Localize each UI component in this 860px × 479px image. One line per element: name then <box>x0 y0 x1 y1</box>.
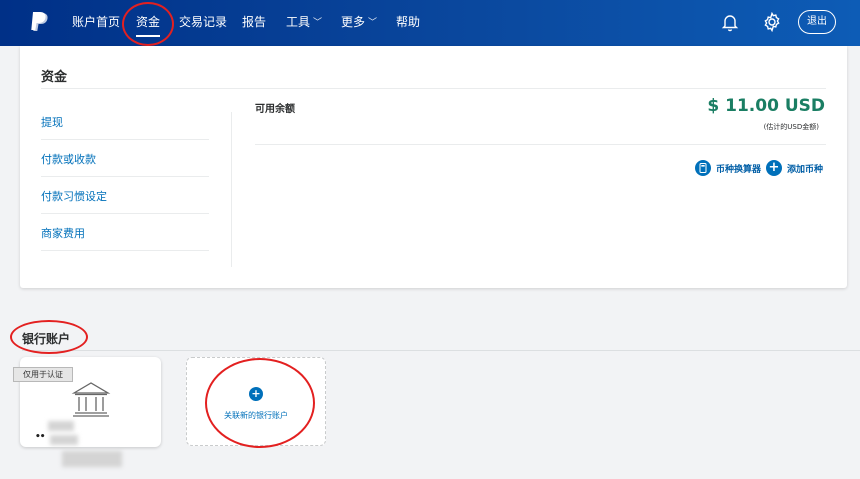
redacted-region <box>48 421 74 431</box>
chevron-down-icon: ﹀ <box>313 18 323 28</box>
nav-item-help[interactable]: 帮助 <box>396 0 420 46</box>
logout-button[interactable]: 退出 <box>798 10 836 34</box>
nav-item-label: 报告 <box>242 15 267 29</box>
gear-icon[interactable] <box>762 12 782 32</box>
action-label: 币种换算器 <box>716 165 762 175</box>
page-title: 资金 <box>41 70 68 85</box>
nav-item-label: 账户首页 <box>72 15 121 29</box>
divider <box>22 350 860 351</box>
sidebar-item-merchant-fees[interactable]: 商家费用 <box>41 225 209 241</box>
nav-item-transactions[interactable]: 交易记录 <box>179 0 227 46</box>
chevron-down-icon: ﹀ <box>368 18 378 28</box>
sidebar-item-send-receive[interactable]: 付款或收款 <box>41 151 209 167</box>
top-navigation: 账户首页 资金 交易记录 报告 工具 ﹀ 更多 ﹀ 帮助 退出 <box>0 0 860 46</box>
redacted-region <box>62 451 122 467</box>
action-label: 添加币种 <box>787 165 824 175</box>
link-bank-account-label: 关联新的银行账户 <box>224 411 288 420</box>
bell-icon[interactable] <box>720 12 740 32</box>
nav-item-label: 工具 <box>286 15 311 29</box>
nav-item-label: 交易记录 <box>179 15 228 29</box>
paypal-logo[interactable] <box>30 12 50 34</box>
nav-item-tools[interactable]: 工具 ﹀ <box>286 0 322 46</box>
divider <box>41 139 209 140</box>
nav-item-account-home[interactable]: 账户首页 <box>72 0 120 46</box>
nav-item-label: 帮助 <box>396 15 421 29</box>
calculator-icon <box>695 160 711 176</box>
verification-only-tag: 仅用于认证 <box>13 367 73 382</box>
balance-label: 可用余额 <box>255 104 295 115</box>
sidebar-item-payment-preferences[interactable]: 付款习惯设定 <box>41 188 209 204</box>
divider <box>41 250 209 251</box>
section-title-bank-accounts: 银行账户 <box>22 332 71 346</box>
nav-item-funds[interactable]: 资金 <box>136 0 161 46</box>
bank-icon <box>71 382 111 417</box>
account-mask: •• <box>35 432 45 442</box>
currency-converter-link[interactable]: 币种换算器 <box>695 160 767 176</box>
divider <box>41 88 826 89</box>
add-currency-link[interactable]: + 添加币种 <box>766 160 828 176</box>
link-bank-account-button[interactable]: + 关联新的银行账户 <box>186 357 326 446</box>
funds-card: 资金 提现 付款或收款 付款习惯设定 商家费用 可用余额 $ 11.00 USD… <box>20 46 847 288</box>
divider <box>41 176 209 177</box>
balance-note: (估计的USD金额) <box>763 123 819 131</box>
divider <box>231 112 232 267</box>
balance-amount: $ 11.00 USD <box>707 96 825 116</box>
redacted-region <box>50 435 78 445</box>
nav-item-label: 资金 <box>136 15 161 29</box>
nav-item-more[interactable]: 更多 ﹀ <box>341 0 377 46</box>
divider <box>255 144 826 145</box>
divider <box>41 213 209 214</box>
sidebar-item-withdraw[interactable]: 提现 <box>41 114 209 130</box>
nav-item-reports[interactable]: 报告 <box>242 0 266 46</box>
plus-icon: + <box>249 387 263 401</box>
add-circle-icon: + <box>766 160 782 176</box>
nav-item-label: 更多 <box>341 15 366 29</box>
